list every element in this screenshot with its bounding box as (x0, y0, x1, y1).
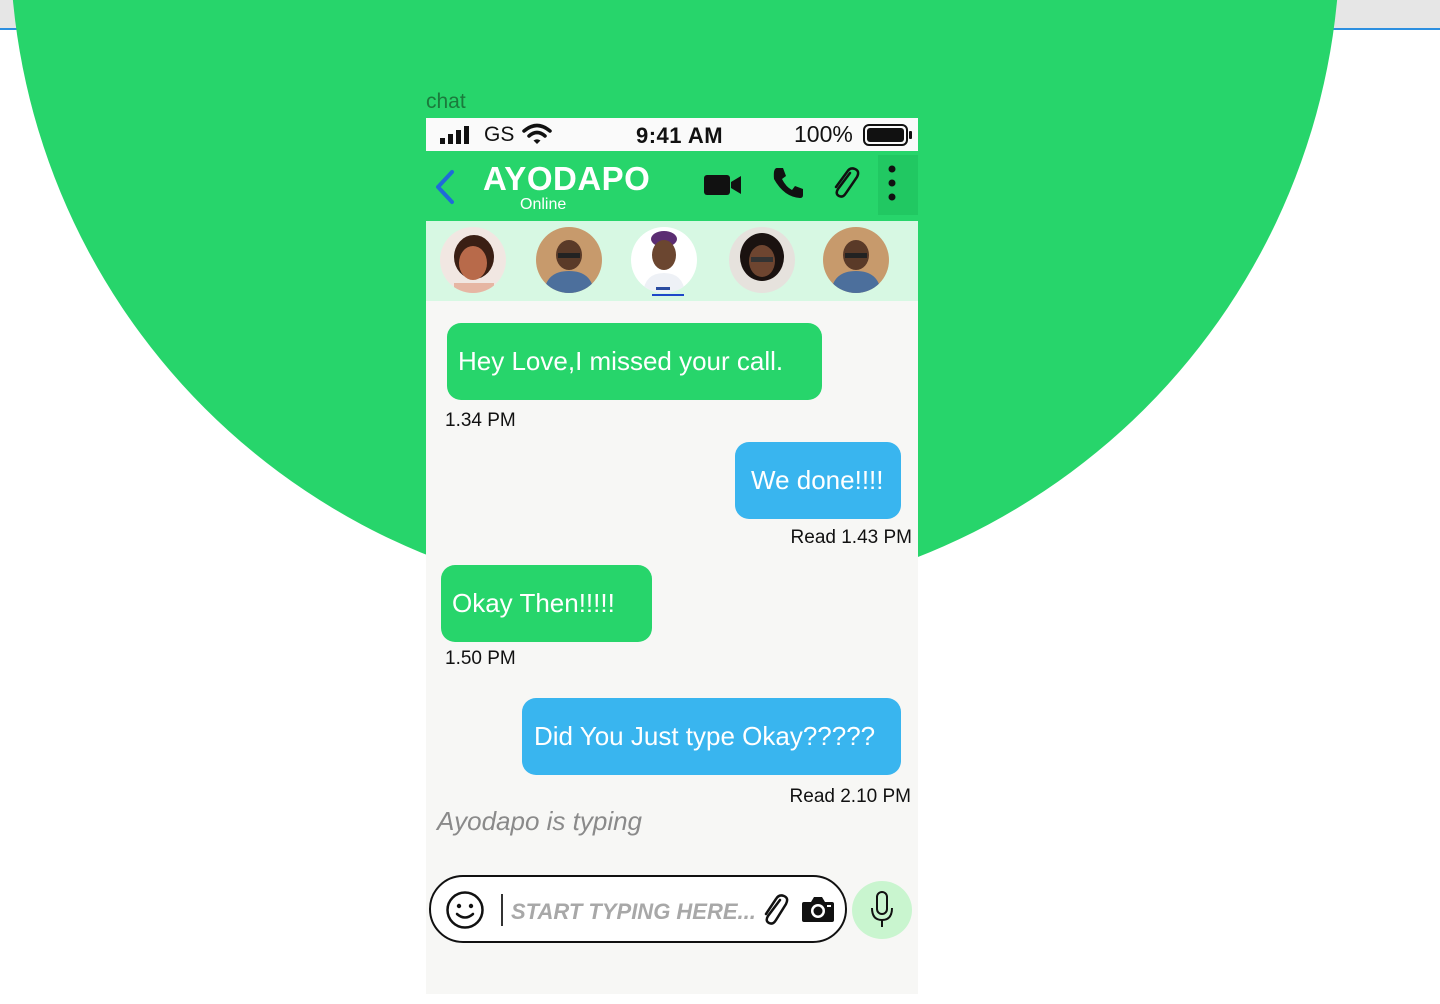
message-bubble-incoming[interactable]: Okay Then!!!!! (441, 565, 652, 642)
avatar-image (823, 227, 889, 293)
avatar-contact-5[interactable] (823, 227, 889, 293)
camera-icon[interactable] (801, 894, 835, 924)
battery-icon (863, 124, 912, 146)
message-bubble-outgoing[interactable]: We done!!!! (735, 442, 901, 519)
more-menu-button[interactable] (878, 155, 918, 215)
phone-call-icon[interactable] (770, 165, 806, 201)
contacts-strip (426, 221, 918, 301)
message-text: Did You Just type Okay????? (534, 721, 876, 751)
message-text: Hey Love,I missed your call. (458, 346, 784, 376)
signal-icon (440, 126, 469, 144)
message-input[interactable]: START TYPING HERE... (511, 899, 756, 925)
microphone-icon (871, 891, 893, 927)
text-cursor (501, 894, 503, 926)
back-chevron-icon[interactable] (432, 169, 460, 205)
chat-header: AYODAPO Online (426, 151, 918, 221)
carrier-label: GS (484, 123, 515, 146)
avatar-contact-1[interactable] (440, 227, 506, 293)
contact-status: Online (520, 196, 567, 213)
status-bar: GS 9:41 AM 100% (426, 118, 918, 151)
video-call-icon[interactable] (704, 173, 742, 197)
wifi-icon (522, 123, 552, 144)
message-text: Okay Then!!!!! (452, 588, 615, 618)
avatar-image (536, 227, 602, 293)
phone-frame: GS 9:41 AM 100% AYODAPO Online Hey Love,… (426, 118, 918, 994)
message-read-time: Read 1.43 PM (790, 527, 912, 548)
voice-note-button[interactable] (852, 881, 912, 939)
message-bubble-incoming[interactable]: Hey Love,I missed your call. (447, 323, 822, 400)
battery-percent: 100% (794, 121, 853, 147)
message-composer[interactable]: START TYPING HERE... (429, 875, 847, 943)
message-time: 1.34 PM (445, 410, 516, 431)
avatar-contact-3[interactable] (631, 227, 697, 293)
avatar-contact-2[interactable] (536, 227, 602, 293)
emoji-icon[interactable] (445, 890, 485, 930)
avatar-contact-4[interactable] (729, 227, 795, 293)
avatar-image (729, 227, 795, 293)
frame-label: chat (426, 90, 466, 113)
avatar-image (440, 227, 506, 293)
status-time: 9:41 AM (636, 123, 724, 148)
active-contact-indicator (652, 294, 684, 296)
more-vertical-icon (888, 165, 896, 201)
message-time: 1.50 PM (445, 648, 516, 669)
contact-name[interactable]: AYODAPO (483, 160, 650, 198)
typing-indicator: Ayodapo is typing (437, 806, 643, 836)
attach-file-icon[interactable] (761, 893, 791, 927)
message-bubble-outgoing[interactable]: Did You Just type Okay????? (522, 698, 901, 775)
message-text: We done!!!! (751, 465, 884, 495)
message-read-time: Read 2.10 PM (789, 786, 911, 807)
attachment-icon[interactable] (830, 165, 862, 201)
avatar-image (631, 227, 697, 293)
